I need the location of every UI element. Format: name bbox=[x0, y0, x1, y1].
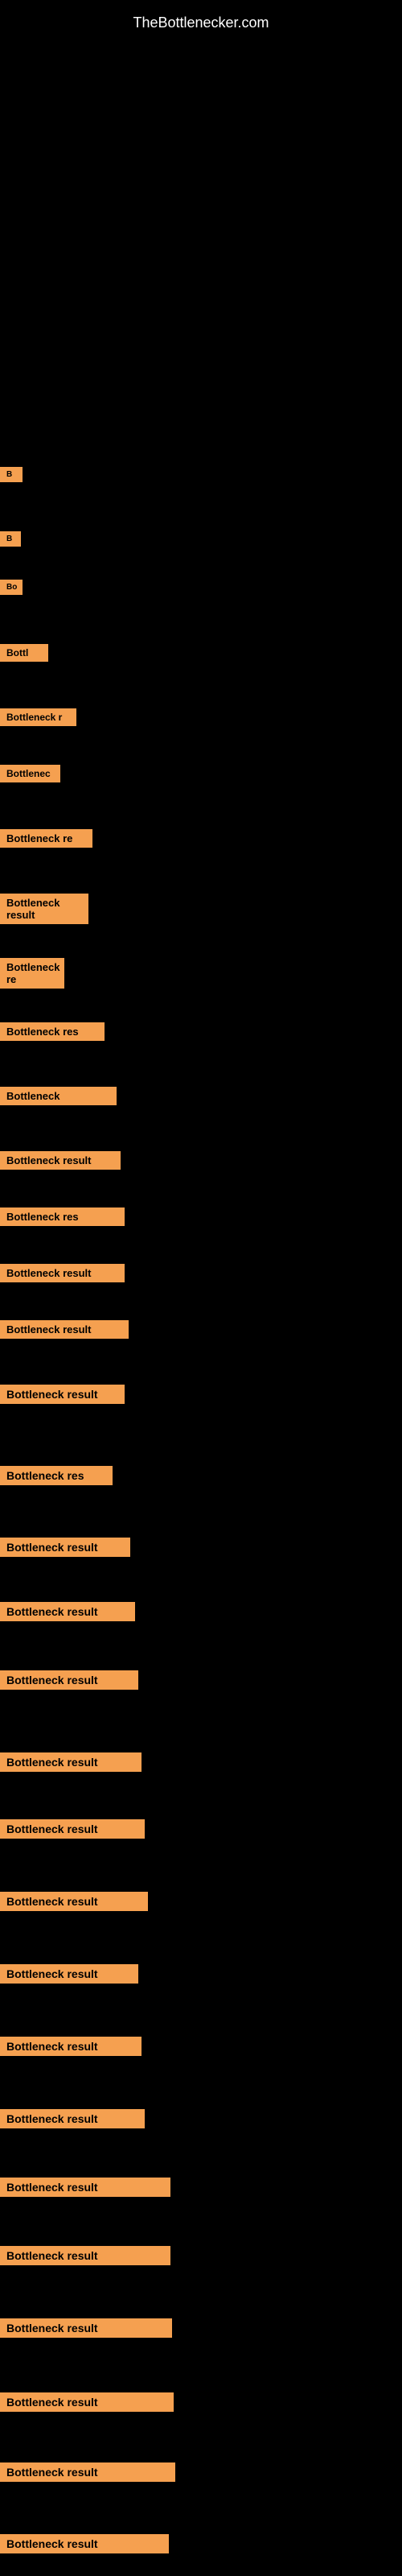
bottleneck-label-1: B bbox=[0, 467, 23, 482]
bottleneck-label-15: Bottleneck result bbox=[0, 1320, 129, 1339]
site-title: TheBottlenecker.com bbox=[133, 6, 269, 39]
bottleneck-label-13: Bottleneck res bbox=[0, 1208, 125, 1226]
bottleneck-label-11: Bottleneck bbox=[0, 1087, 117, 1105]
bottleneck-label-31: Bottleneck result bbox=[0, 2462, 175, 2482]
bottleneck-label-26: Bottleneck result bbox=[0, 2109, 145, 2128]
bottleneck-label-23: Bottleneck result bbox=[0, 1892, 148, 1911]
bottleneck-label-28: Bottleneck result bbox=[0, 2246, 170, 2265]
bottleneck-label-8: Bottleneck result bbox=[0, 894, 88, 924]
bottleneck-label-9: Bottleneck re bbox=[0, 958, 64, 989]
bottleneck-label-5: Bottleneck r bbox=[0, 708, 76, 726]
bottleneck-label-32: Bottleneck result bbox=[0, 2534, 169, 2553]
bottleneck-label-24: Bottleneck result bbox=[0, 1964, 138, 1984]
bottleneck-label-12: Bottleneck result bbox=[0, 1151, 121, 1170]
bottleneck-label-17: Bottleneck res bbox=[0, 1466, 113, 1485]
bottleneck-label-27: Bottleneck result bbox=[0, 2178, 170, 2197]
bottleneck-label-20: Bottleneck result bbox=[0, 1670, 138, 1690]
bottleneck-label-3: Bo bbox=[0, 580, 23, 595]
bottleneck-label-30: Bottleneck result bbox=[0, 2392, 174, 2412]
bottleneck-label-4: Bottl bbox=[0, 644, 48, 662]
bottleneck-label-16: Bottleneck result bbox=[0, 1385, 125, 1404]
bottleneck-label-19: Bottleneck result bbox=[0, 1602, 135, 1621]
bottleneck-label-25: Bottleneck result bbox=[0, 2037, 142, 2056]
bottleneck-label-21: Bottleneck result bbox=[0, 1752, 142, 1772]
bottleneck-label-29: Bottleneck result bbox=[0, 2318, 172, 2338]
bottleneck-label-2: B bbox=[0, 531, 21, 547]
bottleneck-label-6: Bottlenec bbox=[0, 765, 60, 782]
bottleneck-label-22: Bottleneck result bbox=[0, 1819, 145, 1839]
bottleneck-label-18: Bottleneck result bbox=[0, 1538, 130, 1557]
bottleneck-label-14: Bottleneck result bbox=[0, 1264, 125, 1282]
bottleneck-label-10: Bottleneck res bbox=[0, 1022, 105, 1041]
bottleneck-label-7: Bottleneck re bbox=[0, 829, 92, 848]
